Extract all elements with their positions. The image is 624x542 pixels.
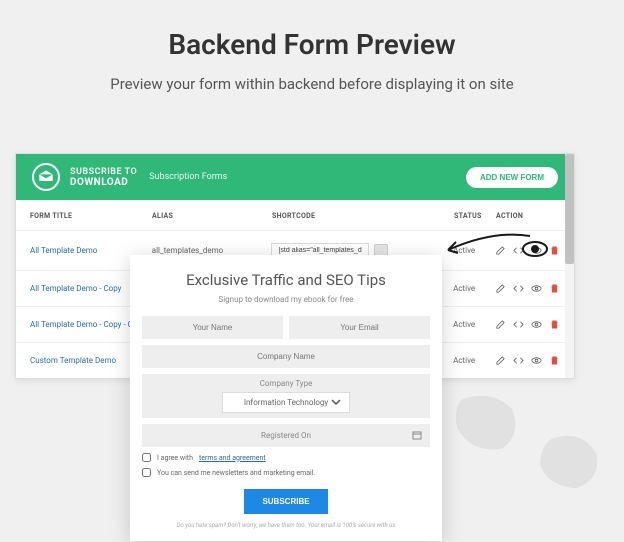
agree-checkbox-row[interactable]: I agree with terms and agreement [142, 453, 430, 462]
app-brand: SUBSCRIBE TO DOWNLOAD [70, 167, 137, 188]
preview-eye-icon[interactable] [531, 319, 542, 330]
company-type-select[interactable]: Information Technology [222, 392, 350, 413]
page-subtitle: Preview your form within backend before … [0, 61, 624, 114]
terms-link[interactable]: terms and agreement [199, 454, 266, 462]
preview-eye-icon[interactable] [531, 355, 542, 366]
modal-title: Exclusive Traffic and SEO Tips [142, 271, 430, 289]
form-title-link[interactable]: All Template Demo [30, 246, 152, 255]
th-shortcode: SHORTCODE [272, 212, 454, 220]
preview-eye-icon[interactable] [531, 283, 542, 294]
newsletter-checkbox[interactable] [142, 468, 151, 477]
preview-eye-highlight-icon [522, 240, 548, 258]
th-action: ACTION [496, 212, 560, 220]
chevron-down-icon [331, 398, 341, 407]
th-status: STATUS [454, 212, 496, 220]
newsletter-checkbox-row[interactable]: You can send me newsletters and marketin… [142, 468, 430, 477]
edit-icon[interactable] [495, 283, 506, 294]
edit-icon[interactable] [495, 245, 506, 256]
add-new-form-button[interactable]: ADD NEW FORM [466, 167, 558, 188]
table-header: FORM TITLE ALIAS SHORTCODE STATUS ACTION [16, 200, 574, 230]
status-text: Active [453, 356, 495, 365]
delete-icon[interactable] [549, 319, 560, 330]
agree-checkbox[interactable] [142, 453, 151, 462]
registered-on-input[interactable]: Registered On [142, 424, 430, 447]
calendar-icon [412, 430, 422, 442]
code-icon[interactable] [513, 283, 524, 294]
status-text: Active [453, 320, 495, 329]
company-type-field[interactable]: Company Type Information Technology [142, 374, 430, 418]
th-alias: ALIAS [152, 212, 272, 220]
company-name-input[interactable] [142, 345, 430, 368]
app-logo-icon [32, 163, 60, 191]
form-preview-modal: Exclusive Traffic and SEO Tips Signup to… [130, 255, 442, 541]
status-text: Active [453, 246, 495, 255]
email-input[interactable] [289, 316, 430, 339]
delete-icon[interactable] [549, 355, 560, 366]
th-form-title: FORM TITLE [30, 212, 152, 220]
delete-icon[interactable] [549, 283, 560, 294]
section-label: Subscription Forms [149, 172, 227, 182]
edit-icon[interactable] [495, 355, 506, 366]
delete-icon[interactable] [549, 245, 560, 256]
status-text: Active [453, 284, 495, 293]
modal-subtitle: Signup to download my ebook for free [142, 295, 430, 304]
alias-text: all_templates_demo [152, 246, 272, 255]
code-icon[interactable] [513, 319, 524, 330]
scrollbar[interactable] [565, 154, 574, 378]
modal-footer-text: Do you hate spam? Don't worry, we have t… [142, 522, 430, 529]
app-header: SUBSCRIBE TO DOWNLOAD Subscription Forms… [16, 154, 574, 200]
name-input[interactable] [142, 316, 283, 339]
edit-icon[interactable] [495, 319, 506, 330]
subscribe-button[interactable]: SUBSCRIBE [244, 489, 327, 514]
code-icon[interactable] [513, 355, 524, 366]
page-title: Backend Form Preview [0, 0, 624, 61]
